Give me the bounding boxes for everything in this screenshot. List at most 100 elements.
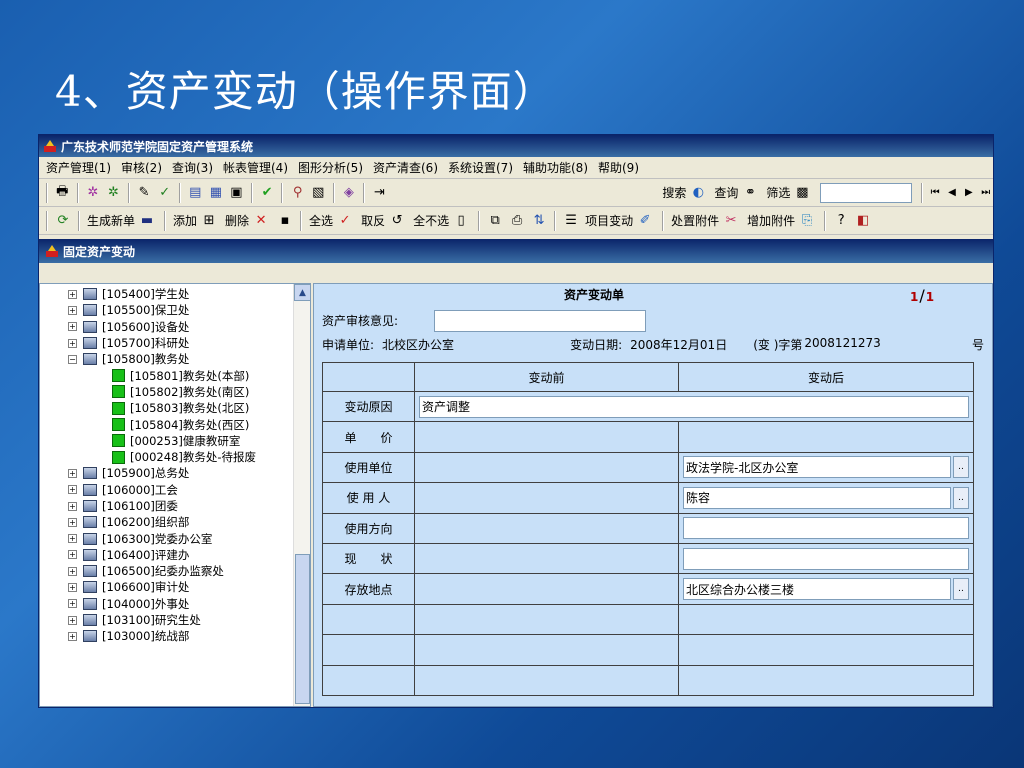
tree-folder-item[interactable]: + [106300]党委办公室 bbox=[68, 530, 310, 546]
audit-opinion-input[interactable] bbox=[434, 310, 646, 332]
tree-leaf-item[interactable]: [105801]教务处(本部) bbox=[68, 367, 310, 383]
after-value-input[interactable]: 北区综合办公楼三楼 bbox=[683, 578, 951, 601]
close-window-icon[interactable]: ◧ bbox=[853, 211, 873, 231]
menu-system-settings[interactable]: 系统设置(7) bbox=[443, 159, 518, 176]
expand-icon[interactable]: + bbox=[68, 305, 77, 315]
tag-icon[interactable]: ◈ bbox=[340, 183, 359, 203]
after-value-input[interactable] bbox=[683, 547, 969, 570]
new-voucher-button[interactable]: 生成新单 ▬ bbox=[85, 210, 159, 232]
menu-auxiliary[interactable]: 辅助功能(8) bbox=[518, 159, 593, 176]
list-icon[interactable]: ▦ bbox=[207, 183, 226, 203]
query-button[interactable]: 查询 ⚭ bbox=[712, 182, 762, 204]
tree-folder-item[interactable]: + [106000]工会 bbox=[68, 482, 310, 498]
menu-asset-management[interactable]: 资产管理(1) bbox=[41, 159, 116, 176]
after-value-input[interactable] bbox=[683, 517, 969, 540]
tree-scrollbar[interactable]: ▲ bbox=[293, 284, 310, 706]
exit-icon[interactable]: ⇥ bbox=[370, 183, 389, 203]
after-value-input[interactable]: 陈容 bbox=[683, 486, 951, 509]
tree-folder-item[interactable]: + [105700]科研处 bbox=[68, 335, 310, 351]
add-attachment-button[interactable]: 增加附件 ⎘ bbox=[745, 210, 819, 232]
collapse-icon[interactable]: − bbox=[68, 354, 77, 364]
report-icon[interactable]: ▤ bbox=[186, 183, 205, 203]
tree-folder-item[interactable]: + [103000]统战部 bbox=[68, 628, 310, 644]
tree-folder-item[interactable]: + [106200]组织部 bbox=[68, 514, 310, 530]
tree-folder-item[interactable]: + [103100]研究生处 bbox=[68, 612, 310, 628]
search-button[interactable]: 搜索 ◐ bbox=[660, 182, 710, 204]
tree-folder-item[interactable]: + [105600]设备处 bbox=[68, 319, 310, 335]
lookup-ellipsis-icon[interactable]: .. bbox=[953, 456, 969, 479]
item-change-button[interactable]: 项目变动 ✐ bbox=[583, 210, 657, 232]
tree-leaf-item[interactable]: [105803]教务处(北区) bbox=[68, 400, 310, 416]
menu-help[interactable]: 帮助(9) bbox=[593, 159, 644, 176]
tree-leaf-item[interactable]: [000253]健康教研室 bbox=[68, 433, 310, 449]
tools-icon[interactable]: ✲ bbox=[84, 183, 103, 203]
tree-folder-item[interactable]: + [106600]审计处 bbox=[68, 579, 310, 595]
save-icon[interactable]: ▪ bbox=[275, 211, 295, 231]
expand-icon[interactable]: + bbox=[68, 468, 77, 478]
expand-icon[interactable]: + bbox=[68, 599, 77, 609]
tree-folder-item[interactable]: + [105400]学生处 bbox=[68, 286, 310, 302]
disposal-attachment-button[interactable]: 处置附件 ✂ bbox=[669, 210, 743, 232]
tree-folder-item[interactable]: − [105800]教务处 bbox=[68, 351, 310, 367]
tree-folder-item[interactable]: + [104000]外事处 bbox=[68, 596, 310, 612]
select-none-button[interactable]: 全不选 ▯ bbox=[411, 210, 473, 232]
add-button[interactable]: 添加 ⊞ bbox=[171, 210, 221, 232]
settings-icon[interactable]: ✲ bbox=[104, 183, 123, 203]
grid-after-cell[interactable] bbox=[678, 664, 974, 696]
document-icon[interactable]: ▧ bbox=[309, 183, 328, 203]
expand-icon[interactable]: + bbox=[68, 501, 77, 511]
expand-icon[interactable]: + bbox=[68, 485, 77, 495]
sort-icon[interactable]: ⇅ bbox=[529, 211, 549, 231]
form-icon[interactable]: ▣ bbox=[227, 183, 246, 203]
tree-folder-item[interactable]: + [105900]总务处 bbox=[68, 465, 310, 481]
expand-icon[interactable]: + bbox=[68, 517, 77, 527]
filter-button[interactable]: 筛选 ▩ bbox=[764, 182, 814, 204]
tree-leaf-item[interactable]: [105802]教务处(南区) bbox=[68, 384, 310, 400]
tree-folder-item[interactable]: + [106400]评建办 bbox=[68, 547, 310, 563]
expand-icon[interactable]: + bbox=[68, 615, 77, 625]
audit-icon[interactable]: ✔ bbox=[258, 183, 277, 203]
last-record-icon[interactable]: ⏭ bbox=[978, 185, 993, 201]
refresh-icon[interactable]: ⟳ bbox=[53, 211, 73, 231]
tree-folder-item[interactable]: + [106500]纪委办监察处 bbox=[68, 563, 310, 579]
check-icon[interactable]: ✓ bbox=[155, 183, 174, 203]
lookup-ellipsis-icon[interactable]: .. bbox=[953, 486, 969, 509]
menu-chart-analysis[interactable]: 图形分析(5) bbox=[293, 159, 368, 176]
menu-asset-inventory[interactable]: 资产清查(6) bbox=[368, 159, 443, 176]
grid-icon[interactable]: ☰ bbox=[561, 211, 581, 231]
expand-icon[interactable]: + bbox=[68, 534, 77, 544]
expand-icon[interactable]: + bbox=[68, 582, 77, 592]
tree-leaf-item[interactable]: [105804]教务处(西区) bbox=[68, 416, 310, 432]
tree-folder-item[interactable]: + [106100]团委 bbox=[68, 498, 310, 514]
tree-folder-item[interactable]: + [105500]保卫处 bbox=[68, 302, 310, 318]
expand-icon[interactable]: + bbox=[68, 322, 77, 332]
scroll-up-icon[interactable]: ▲ bbox=[294, 284, 310, 301]
menu-audit[interactable]: 审核(2) bbox=[116, 159, 167, 176]
grid-after-cell[interactable] bbox=[678, 634, 974, 666]
change-reason-input[interactable]: 资产调整 bbox=[419, 395, 969, 418]
network-icon[interactable]: ⚲ bbox=[288, 183, 307, 203]
menu-account-tables[interactable]: 帐表管理(4) bbox=[218, 159, 293, 176]
print-preview-icon[interactable]: ⎙ bbox=[507, 211, 527, 231]
lookup-ellipsis-icon[interactable]: .. bbox=[953, 578, 969, 601]
help-icon[interactable]: ? bbox=[831, 211, 851, 231]
tree-leaf-item[interactable]: [000248]教务处-待报废 bbox=[68, 449, 310, 465]
grid-after-cell[interactable] bbox=[678, 421, 974, 453]
print-icon[interactable]: 🖶 bbox=[53, 183, 72, 203]
copy-icon[interactable]: ⧉ bbox=[485, 211, 505, 231]
expand-icon[interactable]: + bbox=[68, 550, 77, 560]
expand-icon[interactable]: + bbox=[68, 631, 77, 641]
first-record-icon[interactable]: ⏮ bbox=[928, 185, 943, 201]
menu-query[interactable]: 查询(3) bbox=[167, 159, 218, 176]
grid-after-cell[interactable] bbox=[678, 603, 974, 636]
delete-button[interactable]: 删除 ✕ bbox=[223, 210, 273, 232]
scroll-thumb[interactable] bbox=[295, 554, 310, 704]
expand-icon[interactable]: + bbox=[68, 338, 77, 348]
expand-icon[interactable]: + bbox=[68, 566, 77, 576]
invert-selection-button[interactable]: 取反 ↺ bbox=[359, 210, 409, 232]
expand-icon[interactable]: + bbox=[68, 289, 77, 299]
prev-record-icon[interactable]: ◀ bbox=[945, 185, 960, 201]
after-value-input[interactable]: 政法学院-北区办公室 bbox=[683, 456, 951, 479]
edit-icon[interactable]: ✎ bbox=[135, 183, 154, 203]
select-all-button[interactable]: 全选 ✓ bbox=[307, 210, 357, 232]
